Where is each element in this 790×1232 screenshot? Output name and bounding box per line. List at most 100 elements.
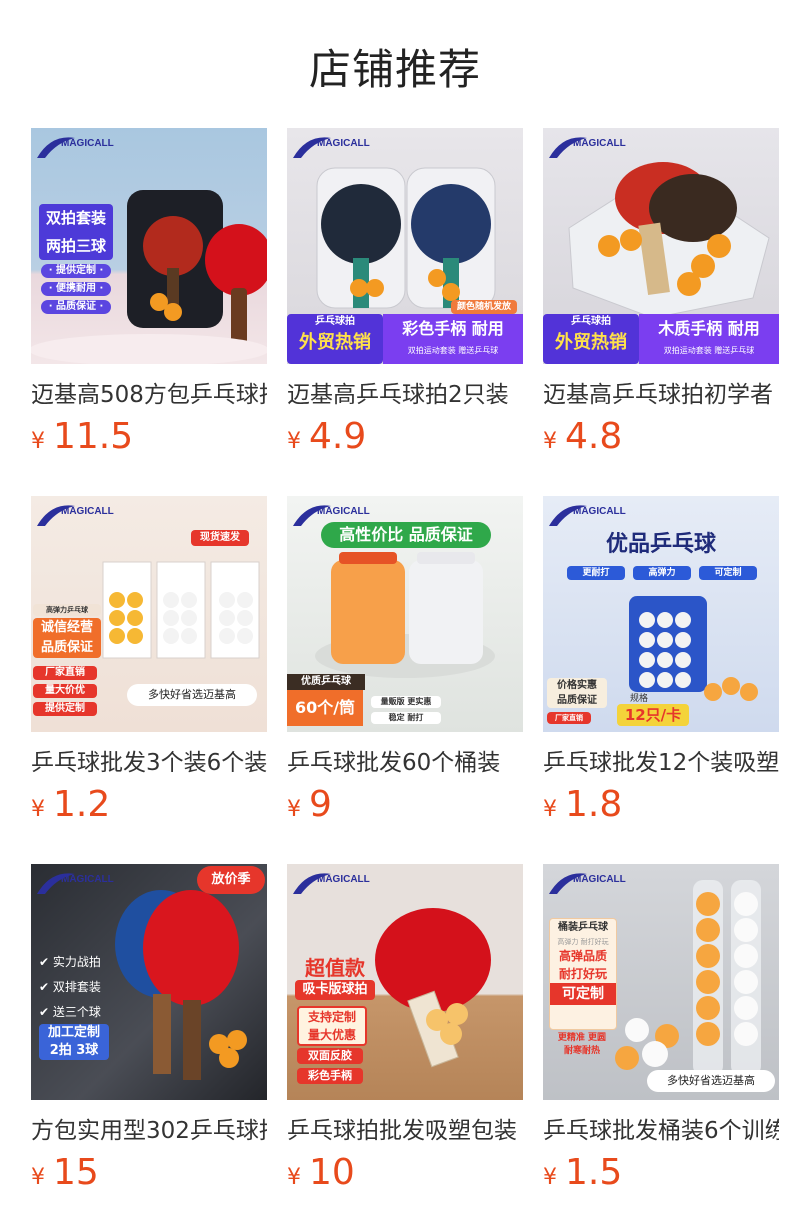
product-image[interactable]: MAGICALL 高性价比 品质保证 优质乒乓球 60个/筒 量贩版 更实惠 稳…: [287, 496, 523, 732]
brand-logo: MAGICALL: [573, 138, 626, 149]
product-price: ¥9: [287, 784, 332, 826]
feature-tag: · 提供定制 ·: [41, 264, 111, 278]
currency-symbol: ¥: [31, 429, 45, 454]
product-name[interactable]: 迈基高508方包乒乓球拍: [31, 378, 267, 412]
product-name[interactable]: 乒乓球批发3个装6个装: [31, 746, 267, 780]
product-name[interactable]: 迈基高乒乓球拍2只装: [287, 378, 523, 412]
product-image[interactable]: MAGICALL 双拍套装 两拍三球 · 提供定制 · · 便携耐用 · · 品质…: [31, 128, 267, 364]
promo-card: 桶装乒乓球 高弹力 耐打好玩 高弹品质 耐打好玩 可定制: [549, 918, 617, 1030]
product-card[interactable]: MAGICALL 桶装乒乓球 高弹力 耐打好玩 高弹品质 耐打好玩 可定制 更精…: [543, 864, 779, 1204]
product-name[interactable]: 乒乓球批发桶装6个训练: [543, 1114, 779, 1148]
product-price: ¥1.5: [543, 1152, 622, 1194]
feature-notes: 更精准 更圆 耐寒耐热: [557, 1033, 607, 1056]
currency-symbol: ¥: [31, 1165, 45, 1190]
brand-logo: MAGICALL: [317, 138, 370, 149]
product-name[interactable]: 迈基高乒乓球拍初学者: [543, 378, 779, 412]
product-price: ¥4.9: [287, 416, 366, 458]
slogan-pill: 多快好省选迈基高: [647, 1070, 775, 1092]
product-image[interactable]: MAGICALL 乒乓球拍 外贸热销 木质手柄 耐用 双拍运动套装 赠送乒乓球: [543, 128, 779, 364]
currency-symbol: ¥: [543, 1165, 557, 1190]
product-type-label: 高弹力乒乓球: [33, 604, 101, 616]
product-image[interactable]: MAGICALL 超值款 吸卡版球拍 支持定制 量大优惠 双面反胶 彩色手柄: [287, 864, 523, 1100]
product-price: ¥1.8: [543, 784, 622, 826]
price-value: 1.8: [565, 784, 623, 825]
promo-badge: 加工定制 2拍 3球: [39, 1024, 109, 1060]
product-price: ¥1.2: [31, 784, 110, 826]
price-value: 10: [309, 1152, 355, 1193]
feature-item: ✔ 双排套装: [39, 980, 101, 994]
product-card[interactable]: MAGICALL 超值款 吸卡版球拍 支持定制 量大优惠 双面反胶 彩色手柄 乒乓…: [287, 864, 523, 1204]
price-value: 4.9: [309, 416, 367, 457]
product-image[interactable]: MAGICALL 桶装乒乓球 高弹力 耐打好玩 高弹品质 耐打好玩 可定制 更精…: [543, 864, 779, 1100]
currency-symbol: ¥: [31, 797, 45, 822]
direct-sale-tag: 厂家直销: [547, 712, 591, 724]
feature-tag: · 便携耐用 ·: [41, 282, 111, 296]
page-title: 店铺推荐: [308, 45, 481, 94]
feature-tag: 彩色手柄: [297, 1068, 363, 1084]
check-icon: ✔: [39, 955, 53, 969]
product-card[interactable]: MAGICALL 优品乒乓球 更耐打 高弹力 可定制 价格实惠 品质保证 厂家直销…: [543, 496, 779, 836]
promo-badge: 双拍套装 两拍三球: [39, 204, 113, 260]
headline: 优品乒乓球: [605, 532, 716, 557]
check-icon: ✔: [39, 1005, 53, 1019]
promo-badge: 乒乓球拍 外贸热销: [543, 314, 639, 364]
currency-symbol: ¥: [287, 1165, 301, 1190]
currency-symbol: ¥: [287, 429, 301, 454]
product-card[interactable]: MAGICALL 现货速发 高弹力乒乓球 诚信经营 品质保证 厂家直销 量大价优 …: [31, 496, 267, 836]
currency-symbol: ¥: [287, 797, 301, 822]
feature-tag: 厂家直销: [33, 666, 97, 680]
price-value: 1.2: [53, 784, 111, 825]
headline-banner: 高性价比 品质保证: [321, 522, 491, 548]
promo-badge: 诚信经营 品质保证: [33, 618, 101, 658]
feature-tag: 稳定 耐打: [371, 712, 441, 724]
brand-logo: MAGICALL: [317, 506, 370, 517]
product-name[interactable]: 方包实用型302乒乓球拍: [31, 1114, 267, 1148]
price-value: 11.5: [53, 416, 134, 457]
quantity-badge: 12只/卡: [617, 704, 689, 726]
check-icon: ✔: [39, 980, 53, 994]
price-value: 15: [53, 1152, 99, 1193]
product-image[interactable]: MAGICALL 优品乒乓球 更耐打 高弹力 可定制 价格实惠 品质保证 厂家直销…: [543, 496, 779, 732]
feature-tag: 可定制: [699, 566, 757, 580]
product-card[interactable]: MAGICALL 乒乓球拍 外贸热销 木质手柄 耐用 双拍运动套装 赠送乒乓球 …: [543, 128, 779, 468]
feature-item: ✔ 实力战拍: [39, 955, 101, 969]
product-name[interactable]: 乒乓球拍批发吸塑包装: [287, 1114, 523, 1148]
price-value: 1.5: [565, 1152, 623, 1193]
brand-logo: MAGICALL: [573, 874, 626, 885]
product-card[interactable]: MAGICALL 放价季 ✔ 实力战拍 ✔ 双排套装 ✔ 送三个球 加工定制 2拍…: [31, 864, 267, 1204]
note-tag: 颜色随机发放: [451, 300, 517, 314]
feature-list: ✔ 实力战拍 ✔ 双排套装 ✔ 送三个球: [39, 950, 101, 1025]
currency-symbol: ¥: [543, 797, 557, 822]
product-card[interactable]: MAGICALL 颜色随机发放 乒乓球拍 外贸热销 彩色手柄 耐用 双拍运动套装…: [287, 128, 523, 468]
product-price: ¥4.8: [543, 416, 622, 458]
brand-logo: MAGICALL: [61, 506, 114, 517]
product-card[interactable]: MAGICALL 双拍套装 两拍三球 · 提供定制 · · 便携耐用 · · 品质…: [31, 128, 267, 468]
feature-item: ✔ 送三个球: [39, 1005, 101, 1019]
feature-tag: 双面反胶: [297, 1048, 363, 1064]
product-name[interactable]: 乒乓球批发12个装吸塑: [543, 746, 779, 780]
promo-badge: 价格实惠 品质保证: [547, 678, 607, 708]
product-name[interactable]: 乒乓球批发60个桶装: [287, 746, 523, 780]
product-price: ¥11.5: [31, 416, 133, 458]
promo-badge: 乒乓球拍 外贸热销: [287, 314, 383, 364]
currency-symbol: ¥: [543, 429, 557, 454]
brand-logo: MAGICALL: [61, 874, 114, 885]
brand-logo: MAGICALL: [61, 138, 114, 149]
custom-badge: 支持定制 量大优惠: [297, 1006, 367, 1046]
product-image[interactable]: MAGICALL 现货速发 高弹力乒乓球 诚信经营 品质保证 厂家直销 量大价优 …: [31, 496, 267, 732]
promo-headline: 超值款 吸卡版球拍: [295, 956, 375, 1002]
quantity-badge: 60个/筒: [287, 690, 363, 726]
feature-tag: · 品质保证 ·: [41, 300, 111, 314]
product-card[interactable]: MAGICALL 高性价比 品质保证 优质乒乓球 60个/筒 量贩版 更实惠 稳…: [287, 496, 523, 836]
product-price: ¥10: [287, 1152, 355, 1194]
price-value: 4.8: [565, 416, 623, 457]
product-image[interactable]: MAGICALL 颜色随机发放 乒乓球拍 外贸热销 彩色手柄 耐用 双拍运动套装…: [287, 128, 523, 364]
product-image[interactable]: MAGICALL 放价季 ✔ 实力战拍 ✔ 双排套装 ✔ 送三个球 加工定制 2拍…: [31, 864, 267, 1100]
product-price: ¥15: [31, 1152, 99, 1194]
price-value: 9: [309, 784, 332, 825]
sale-badge: 放价季: [197, 866, 265, 894]
feature-tag: 量大价优: [33, 684, 97, 698]
feature-banner: 彩色手柄 耐用 双拍运动套装 赠送乒乓球: [383, 314, 523, 364]
feature-banner: 木质手柄 耐用 双拍运动套装 赠送乒乓球: [639, 314, 779, 364]
feature-tag: 更耐打: [567, 566, 625, 580]
